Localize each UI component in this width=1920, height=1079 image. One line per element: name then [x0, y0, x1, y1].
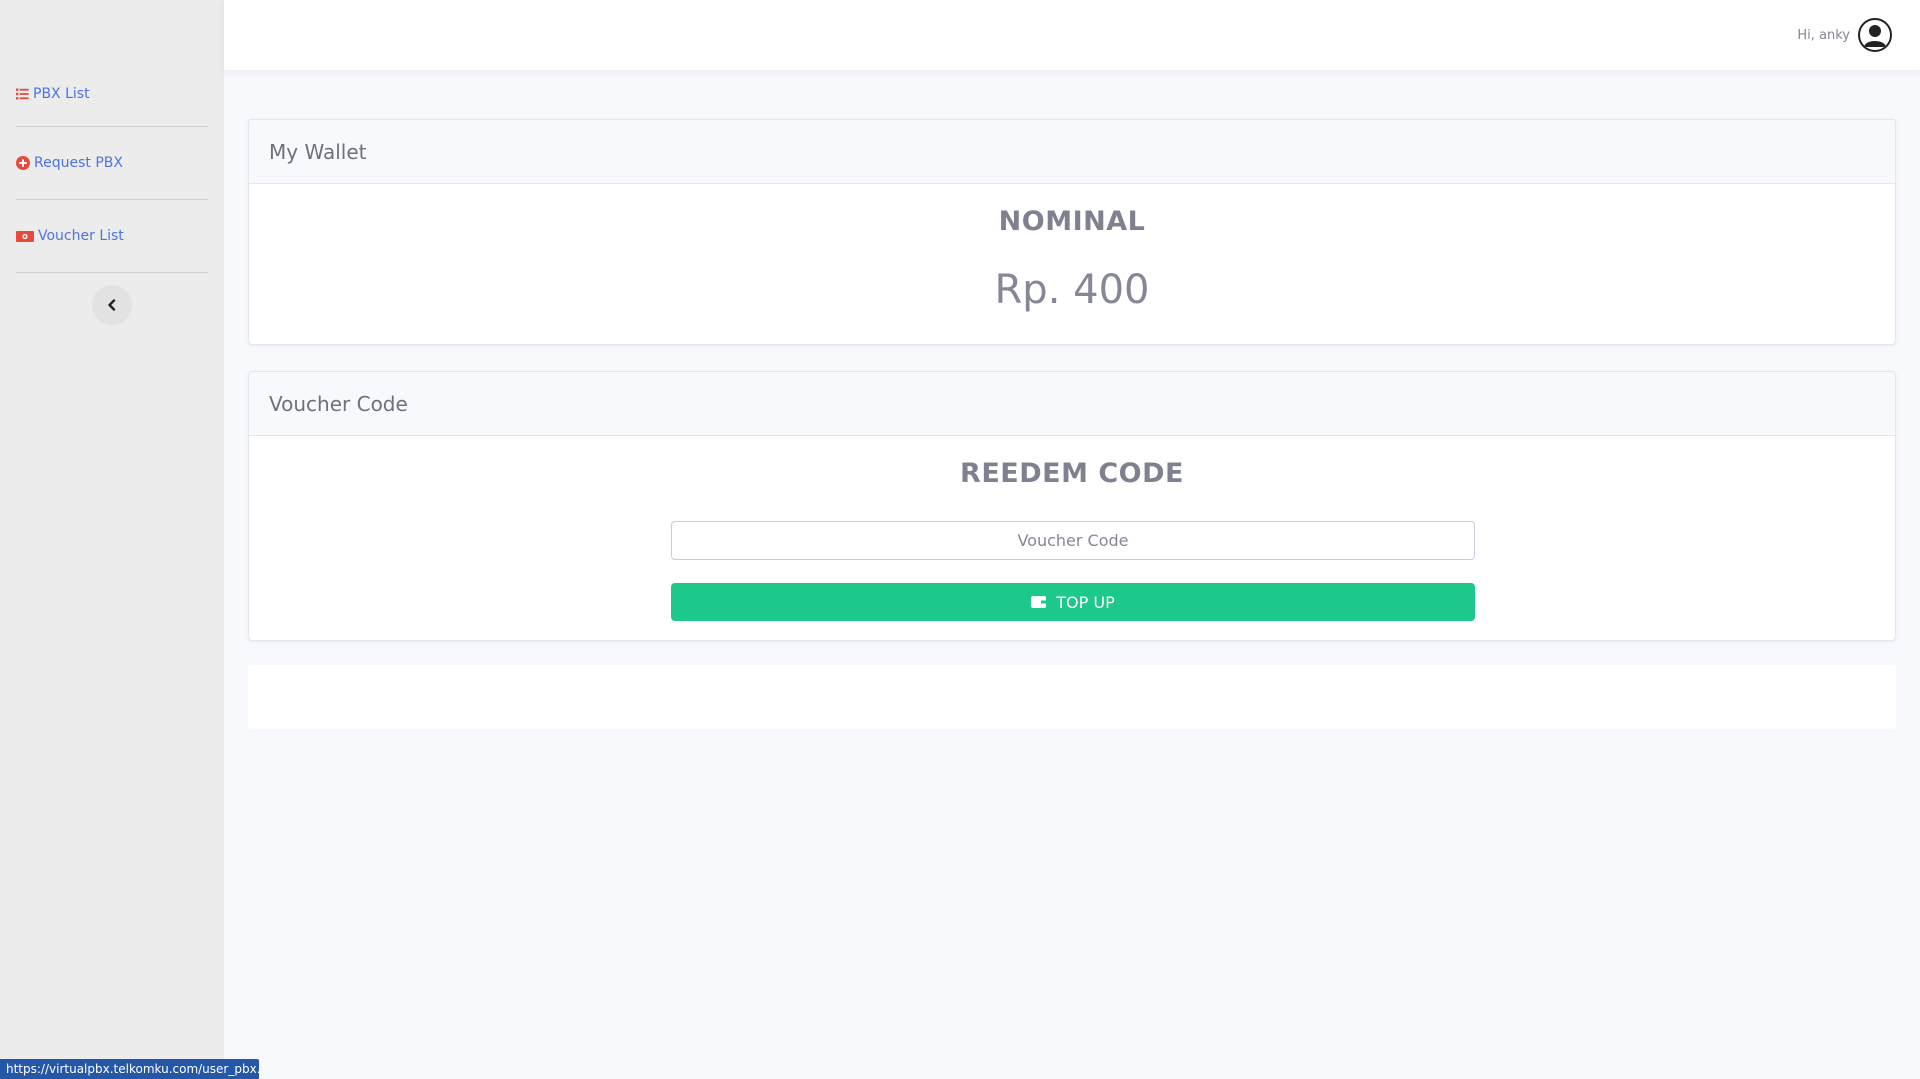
wallet-card-header: My Wallet — [249, 120, 1895, 184]
sidebar-item-label: PBX List — [33, 85, 90, 102]
sidebar-item-label: Voucher List — [38, 228, 124, 244]
sidebar-item-label: Request PBX — [34, 155, 123, 171]
user-greeting: Hi, anky — [1797, 27, 1850, 43]
wallet-card: My Wallet NOMINAL Rp. 400 — [248, 119, 1896, 345]
sidebar-collapse-button[interactable] — [92, 285, 132, 325]
voucher-code-input[interactable] — [671, 521, 1475, 560]
redeem-title: REEDEM CODE — [960, 458, 1184, 489]
ticket-icon — [16, 230, 34, 242]
voucher-card-header: Voucher Code — [249, 372, 1895, 436]
chevron-left-icon — [107, 296, 117, 315]
voucher-card: Voucher Code REEDEM CODE TOP UP — [248, 371, 1896, 641]
sidebar-item-request-pbx[interactable]: Request PBX — [16, 127, 208, 200]
topbar: Hi, anky — [224, 0, 1920, 70]
wallet-balance: Rp. 400 — [994, 267, 1150, 313]
plus-circle-icon — [16, 156, 30, 170]
empty-card — [248, 665, 1896, 729]
wallet-icon — [1031, 596, 1047, 608]
sidebar-item-voucher-list[interactable]: Voucher List — [16, 200, 208, 273]
user-menu[interactable]: Hi, anky — [1797, 17, 1892, 53]
list-icon — [16, 88, 29, 100]
status-bar-url: https://virtualpbx.telkomku.com/user_pbx… — [0, 1059, 259, 1079]
wallet-title: NOMINAL — [998, 206, 1146, 237]
app-root: PBX List Request PBX Voucher List Hi, an… — [0, 0, 1920, 1079]
user-avatar-icon[interactable] — [1858, 18, 1892, 52]
sidebar: PBX List Request PBX Voucher List — [0, 0, 224, 1079]
top-up-button-label: TOP UP — [1056, 592, 1115, 612]
top-up-button[interactable]: TOP UP — [671, 583, 1475, 621]
sidebar-item-pbx-list[interactable]: PBX List — [16, 61, 208, 127]
